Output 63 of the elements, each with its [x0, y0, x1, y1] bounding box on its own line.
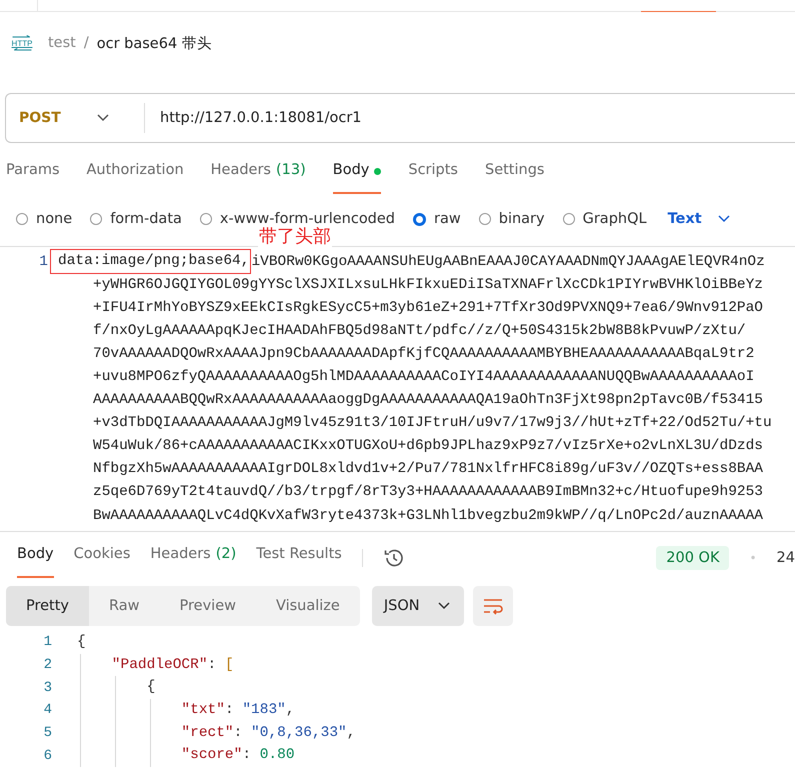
- view-mode-button[interactable]: Raw: [89, 586, 160, 626]
- chevron-down-icon: [438, 602, 450, 610]
- code-line: BwAAAAAAAAAAQLvC4dQKvXafW3ryte4373k+G3LNhl1bvegzbu2m9kWP//q/LnOPc2d/auznAAAAA: [93, 508, 764, 524]
- code-line: "rect": "0,8,36,33",: [77, 722, 356, 744]
- code-line: "score": 0.80: [77, 744, 295, 768]
- line-number: 4: [42, 702, 52, 718]
- code-line: iVBORw0KGgoAAAANSUhEUgAABnEAAAJ0CAYAAADNmQYJAAAgAElEQVR4nOz: [251, 254, 765, 270]
- response-tab[interactable]: Body: [17, 546, 54, 578]
- response-tab[interactable]: Headers (2): [150, 546, 236, 578]
- request-tab[interactable]: Settings: [485, 162, 544, 194]
- history-icon[interactable]: [382, 547, 405, 569]
- code-line: NfbgzXh5wAAAAAAAAAAAIgrDOL8xldvd1v+2/Pu7/781NxlfrHFC8i89g/uF3v//OZQTs+ess8BAA: [93, 461, 764, 478]
- code-line: f/nxOyLgAAAAAApqKJecIHAADAhFBQ5d98aNTt/pdfc//z/Q+50S4315k2bW8B8kPvuwP/zXtu/: [93, 322, 746, 339]
- code-line: +v3dTbDQIAAAAAAAAAAAJgM9lv45z91t3/10IJFtruH/u9v7/17w9j3//hUt+zTf+22/Od52Tu/+tu: [93, 415, 772, 432]
- code-line: +yWHGR6OJGQIYGOL09gYYSclXSJXILxsuLHkFIkxuEDiISaTXNAFrlXcCDk1PIYrwBVHKlOiBBeYz: [93, 276, 764, 293]
- wrap-button[interactable]: [472, 586, 513, 626]
- response-tab[interactable]: Cookies: [74, 546, 130, 578]
- body-type-radio[interactable]: none: [16, 211, 72, 227]
- body-type-radio[interactable]: GraphQL: [562, 211, 647, 227]
- url-field[interactable]: http://127.0.0.1:18081/ocr1: [160, 110, 362, 126]
- code-line: "txt": "183",: [77, 699, 295, 722]
- view-mode-button[interactable]: Visualize: [256, 586, 360, 626]
- code-line: W54uWuk/86+cAAAAAAAAAAACIKxxOTUGXoU+d6pb9JPLhaz9xP9z7/vIz5rXe+o2vLnXL3U/dDzds: [93, 438, 764, 454]
- breadcrumb-separator: /: [84, 35, 89, 51]
- request-tab[interactable]: Body: [332, 162, 382, 194]
- line-number: 1: [38, 254, 49, 270]
- method-dropdown[interactable]: POST: [6, 110, 130, 126]
- code-line: {: [77, 676, 156, 700]
- body-type-radio[interactable]: form-data: [90, 211, 182, 227]
- code-line: z5qe6D769yT2t4tauvdQ//b3/trpgf/8rT3y3+HAAAAAAAAAAAAB9ImBMn32+c/Htuofupe9h9253: [93, 484, 764, 500]
- view-mode-button[interactable]: Pretty: [6, 586, 90, 626]
- status-badge: 200 OK: [656, 546, 730, 570]
- code-line: +uvu8MPO6zfyQAAAAAAAAAAOg5hlMDAAAAAAAAAACoIYI4AAAAAAAAAAAANUQQBwAAAAAAAAAAoI: [93, 369, 754, 386]
- chevron-down-icon: [96, 114, 109, 122]
- breadcrumb-link[interactable]: test: [48, 35, 76, 51]
- body-type-radio[interactable]: x-www-form-urlencoded: [200, 211, 396, 227]
- line-number: 6: [42, 748, 52, 764]
- request-tab[interactable]: Scripts: [408, 162, 458, 194]
- highlighted-code: data:image/png;base64,: [50, 249, 252, 274]
- line-number: 2: [42, 657, 52, 674]
- request-tab[interactable]: Authorization: [86, 162, 184, 194]
- separator-dot: •: [749, 551, 757, 565]
- response-tab[interactable]: Test Results: [256, 546, 342, 578]
- view-mode-button[interactable]: Preview: [160, 586, 256, 626]
- response-time: 24: [776, 550, 795, 566]
- language-dropdown[interactable]: JSON: [372, 586, 464, 626]
- code-line: "PaddleOCR": [: [77, 654, 234, 676]
- code-line: 70vAAAAAADQOwRxAAAAJpn9CbAAAAAAADApfKjfCQAAAAAAAAAAMBYBHEAAAAAAAAAAABqaL9tr2: [93, 346, 754, 362]
- line-number: 5: [42, 725, 52, 742]
- chevron-down-icon: [718, 215, 730, 223]
- code-line: {: [77, 633, 86, 652]
- body-type-radio[interactable]: raw: [413, 211, 461, 227]
- body-type-radio[interactable]: binary: [478, 211, 545, 227]
- code-line: AAAAAAAAAABQQwRxAAAAAAAAAAAaoggDgAAAAAAAAAAAQA19aOhTn3FjXt98pn2pTavc0B/f53415: [93, 392, 764, 408]
- request-tab[interactable]: Params: [6, 162, 60, 194]
- line-number: 1: [42, 634, 52, 650]
- line-number: 3: [42, 680, 52, 696]
- format-dropdown[interactable]: Text: [668, 211, 730, 227]
- annotation-text: 带了头部: [258, 226, 332, 248]
- request-title: ocr base64 带头: [96, 34, 212, 52]
- wrap-lines-icon: [482, 597, 504, 615]
- code-line: +IFU4IrMhYoBYSZ9xEEkCIsRgkESycC5+m3yb61eZ+291+7TfXr3Od9PVXNQ9+7ea6/9Wnv912PaO: [93, 300, 764, 316]
- request-tab[interactable]: Headers (13): [210, 162, 306, 194]
